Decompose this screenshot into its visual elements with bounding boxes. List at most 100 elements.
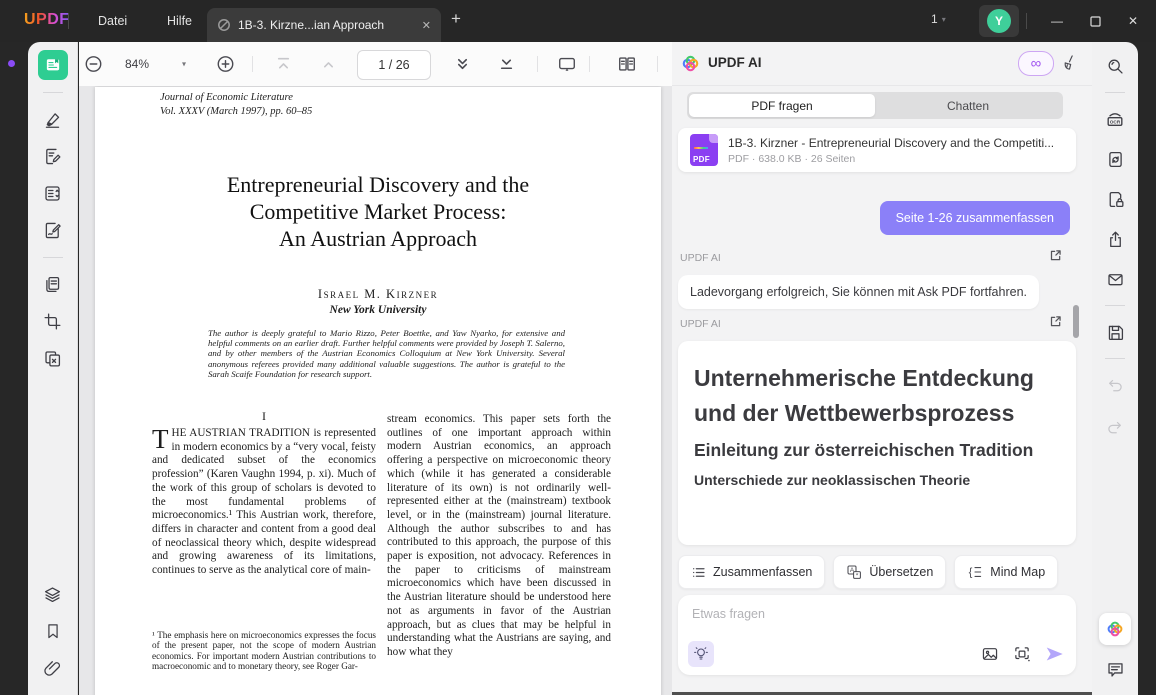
window-count-dropdown[interactable]: 1 ▾ <box>931 12 946 26</box>
highlighter-icon <box>45 112 60 128</box>
last-page-button[interactable] <box>498 56 515 73</box>
translate-action-button[interactable]: A * Übersetzen <box>833 555 947 589</box>
zoom-out-button[interactable] <box>84 55 103 74</box>
search-button[interactable] <box>1101 52 1129 80</box>
organize-pages-icon <box>45 185 60 201</box>
chevron-down-icon: ▾ <box>941 14 946 24</box>
document-lock-icon <box>1109 191 1123 207</box>
prompt-ideas-button[interactable] <box>688 641 714 667</box>
pdf-file-icon: PDF <box>690 134 718 166</box>
updf-ai-logo-icon <box>680 53 701 74</box>
annotate-button[interactable] <box>38 104 68 134</box>
menu-datei[interactable]: Datei <box>98 0 127 42</box>
compare-pages-button[interactable] <box>38 343 68 373</box>
save-icon <box>1108 325 1123 340</box>
first-page-button[interactable] <box>275 56 292 73</box>
divider <box>42 92 63 93</box>
attachments-panel-button[interactable] <box>38 653 68 683</box>
share-icon <box>1109 231 1121 247</box>
unlimited-credits-button[interactable]: ∞ <box>1018 51 1054 76</box>
pages-icon <box>46 276 60 292</box>
body-column-right: stream economics. This paper sets forth … <box>387 413 611 658</box>
summarize-action-button[interactable]: Zusammenfassen <box>678 555 826 589</box>
protect-button[interactable] <box>1101 185 1129 213</box>
account-button[interactable]: Y <box>979 5 1019 37</box>
envelope-icon <box>1107 273 1123 285</box>
svg-text:*: * <box>856 572 859 579</box>
article-title: Entrepreneurial Discovery and the Compet… <box>226 172 530 251</box>
open-in-window-button[interactable] <box>1048 248 1063 263</box>
tab-chat[interactable]: Chatten <box>875 94 1061 117</box>
pdf-file-card[interactable]: PDF 1B-3. Kirzner - Entrepreneurial Disc… <box>678 128 1076 172</box>
view-toolbar: 84% ▾ 1 / 26 <box>79 42 672 87</box>
summarize-pages-button[interactable]: Seite 1-26 zusammenfassen <box>879 201 1070 235</box>
maximize-button[interactable] <box>1076 0 1114 42</box>
new-tab-button[interactable]: + <box>451 9 461 29</box>
organize-pages-button[interactable] <box>38 178 68 208</box>
zoom-level[interactable]: 84% <box>125 57 149 71</box>
summary-heading-3: Unterschiede zur neoklassischen Theorie <box>694 471 971 488</box>
redo-button[interactable] <box>1101 413 1129 441</box>
bookmark-icon <box>47 624 58 639</box>
feedback-button[interactable] <box>1101 655 1129 683</box>
convert-button[interactable] <box>1101 145 1129 173</box>
send-button[interactable] <box>1045 646 1064 662</box>
zoom-in-button[interactable] <box>216 55 235 74</box>
external-link-icon <box>1050 250 1061 261</box>
document-tab[interactable]: 1B-3. Kirzne...ian Approach ✕ <box>207 8 441 42</box>
minimize-button[interactable]: — <box>1038 0 1076 42</box>
article-affiliation: New York University <box>329 304 427 316</box>
screenshot-button[interactable] <box>1013 645 1031 663</box>
attach-image-button[interactable] <box>981 645 999 663</box>
open-in-window-button[interactable] <box>1048 314 1063 329</box>
section-number: I <box>262 409 266 423</box>
page-layout-button[interactable] <box>617 54 637 74</box>
next-page-button[interactable] <box>454 56 471 73</box>
ai-panel-scrollbar[interactable] <box>1073 305 1079 338</box>
bookmarks-panel-button[interactable] <box>38 616 68 646</box>
journal-header: Journal of Economic Literature Vol. XXXV… <box>160 92 313 117</box>
titlebar-divider <box>1026 13 1027 29</box>
zoom-dropdown[interactable]: ▾ <box>182 60 186 69</box>
ai-quick-actions: Zusammenfassen A * Übersetzen { Mind Map <box>678 555 1059 589</box>
previous-page-button[interactable] <box>320 56 337 73</box>
updf-logo: UPDF <box>24 11 70 28</box>
fill-sign-button[interactable] <box>38 215 68 245</box>
send-icon <box>1046 647 1063 661</box>
file-title: 1B-3. Kirzner - Entrepreneurial Discover… <box>728 135 1055 150</box>
thumbnails-panel-button[interactable] <box>38 579 68 609</box>
ask-input[interactable] <box>690 606 1068 622</box>
page-number-input[interactable]: 1 / 26 <box>357 50 431 80</box>
presentation-button[interactable] <box>557 54 577 74</box>
edit-pdf-button[interactable] <box>38 141 68 171</box>
body-column-left: T HE AUSTRIAN TRADITION is represented in… <box>152 424 376 577</box>
crop-button[interactable] <box>38 306 68 336</box>
summary-heading-1: Unternehmerische Entdeckung und der Wett… <box>694 365 1034 426</box>
save-button[interactable] <box>1101 318 1129 346</box>
redo-icon <box>1108 421 1121 434</box>
left-toolbar <box>28 42 78 695</box>
ocr-button[interactable]: OCR <box>1101 105 1129 133</box>
tab-preview-icon <box>217 18 231 32</box>
pages-panel-button[interactable] <box>38 269 68 299</box>
email-button[interactable] <box>1101 265 1129 293</box>
reader-mode-button[interactable] <box>37 50 68 80</box>
tab-close-icon[interactable]: ✕ <box>422 19 431 32</box>
tab-ask-pdf[interactable]: PDF fragen <box>689 94 875 117</box>
clear-chat-button[interactable] <box>1061 54 1078 71</box>
minus-circle-icon <box>85 56 102 72</box>
close-button[interactable]: ✕ <box>1114 0 1152 42</box>
pdf-page: Journal of Economic Literature Vol. XXXV… <box>95 87 661 695</box>
recording-dot <box>8 60 15 67</box>
ai-panel-title: UPDF AI <box>708 55 762 70</box>
mindmap-action-button[interactable]: { Mind Map <box>954 555 1059 589</box>
external-link-icon <box>1050 316 1061 327</box>
updf-ai-sidebar-button[interactable] <box>1099 613 1131 645</box>
document-viewport[interactable]: Journal of Economic Literature Vol. XXXV… <box>79 86 672 695</box>
menu-hilfe[interactable]: Hilfe <box>167 0 192 42</box>
presentation-screen-icon <box>559 57 575 71</box>
undo-button[interactable] <box>1101 371 1129 399</box>
divider <box>252 56 253 72</box>
share-button[interactable] <box>1101 225 1129 253</box>
lightbulb-icon <box>694 647 708 660</box>
